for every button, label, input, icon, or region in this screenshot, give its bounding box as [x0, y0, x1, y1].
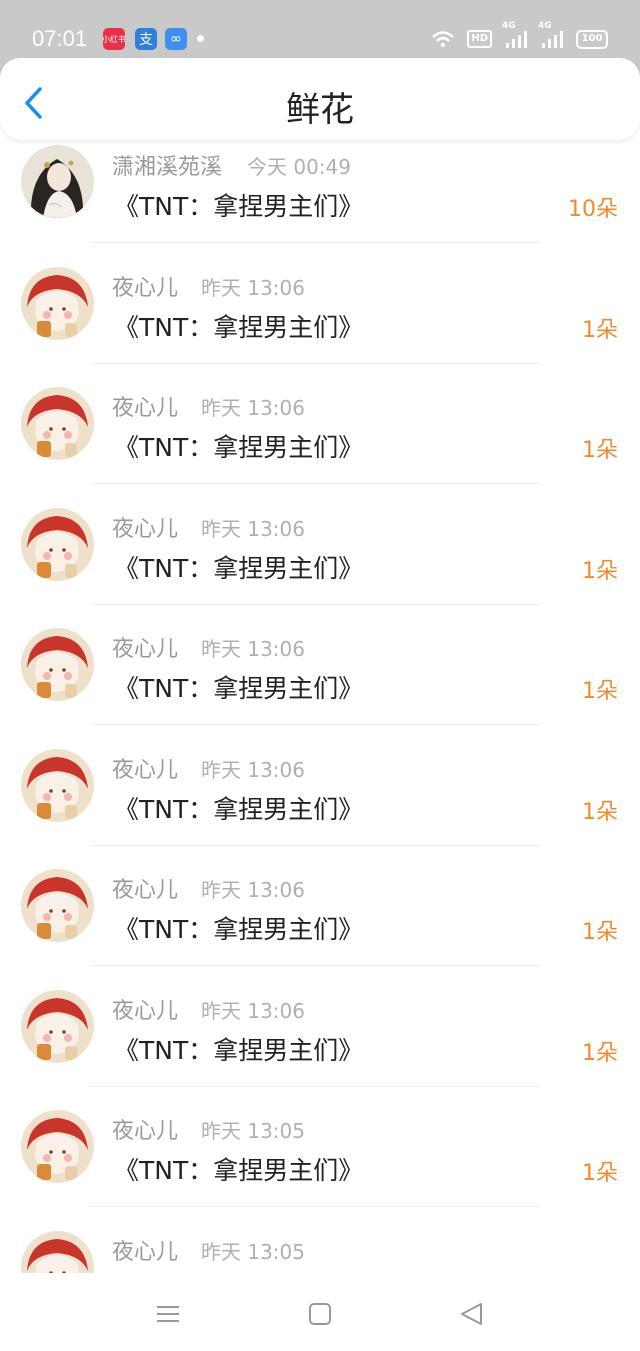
book-title: 《TNT：拿捏男主们》: [114, 312, 364, 342]
row-divider: [90, 724, 540, 725]
book-title: 《TNT：拿捏男主们》: [114, 553, 364, 583]
gift-time: 昨天 13:06: [201, 757, 305, 782]
flower-record-row[interactable]: 潇湘溪苑溪 今天 00:49 《TNT：拿捏男主们》 10朵: [0, 140, 640, 260]
book-title: 《TNT：拿捏男主们》: [114, 192, 364, 221]
avatar[interactable]: [21, 1110, 94, 1183]
menu-icon: [157, 1306, 179, 1322]
row-divider: [90, 362, 540, 364]
flower-count: 10朵: [568, 197, 618, 222]
loop-app-icon: ∞: [165, 28, 187, 50]
row-divider: [90, 603, 540, 605]
sender-name[interactable]: 夜心儿: [112, 390, 178, 422]
signal-icon-2: 4G: [538, 21, 564, 49]
avatar[interactable]: [21, 387, 94, 460]
gift-time: 昨天 13:06: [201, 396, 305, 420]
flower-record-row[interactable]: 夜心儿 昨天 13:06 《TNT：拿捏男主们》 1朵: [0, 743, 640, 863]
network-type-label-2: 4G: [538, 21, 552, 31]
avatar[interactable]: [21, 989, 94, 1063]
book-title: 《TNT：拿捏男主们》: [114, 915, 364, 944]
avatar[interactable]: [21, 145, 94, 218]
gift-time: 昨天 13:05: [201, 1119, 305, 1143]
book-title: 《TNT：拿捏男主们》: [114, 433, 364, 462]
row-divider: [90, 242, 540, 243]
book-title: 《TNT：拿捏男主们》: [114, 674, 364, 703]
book-title: 《TNT：拿捏男主们》: [114, 794, 364, 824]
flower-count: 1朵: [582, 799, 618, 825]
xiaohongshu-app-icon: 小红书: [103, 28, 125, 50]
avatar[interactable]: [21, 266, 94, 340]
flower-record-row[interactable]: 夜心儿 昨天 13:06 《TNT：拿捏男主们》 1朵: [0, 381, 640, 501]
row-divider: [90, 1206, 540, 1207]
back-triangle-icon: [461, 1303, 482, 1325]
flower-record-row[interactable]: 夜心儿 昨天 13:06 《TNT：拿捏男主们》 1朵: [0, 622, 640, 742]
flower-record-row[interactable]: 夜心儿 昨天 13:06 《TNT：拿捏男主们》 1朵: [0, 863, 640, 983]
menu-button[interactable]: [153, 1299, 183, 1329]
row-divider: [90, 1085, 540, 1087]
avatar[interactable]: [21, 1230, 94, 1273]
flower-count: 1朵: [582, 1161, 618, 1186]
page-title: 鲜花: [286, 90, 354, 130]
row-divider: [90, 965, 540, 966]
back-nav-button[interactable]: [457, 1299, 487, 1329]
flower-record-row[interactable]: 夜心儿 昨天 13:06 《TNT：拿捏男主们》 1朵: [0, 502, 640, 622]
system-navigation-bar: [0, 1273, 640, 1351]
flower-record-row[interactable]: 夜心儿 昨天 13:05: [0, 1225, 640, 1273]
home-button[interactable]: [305, 1299, 335, 1329]
gift-time: 今天 00:49: [247, 155, 351, 179]
sender-name[interactable]: 夜心儿: [112, 872, 178, 904]
home-square-icon: [309, 1303, 331, 1325]
flower-record-row[interactable]: 夜心儿 昨天 13:06 《TNT：拿捏男主们》 1朵: [0, 261, 640, 381]
sender-name[interactable]: 夜心儿: [112, 631, 178, 663]
sender-name[interactable]: 夜心儿: [112, 270, 178, 302]
avatar[interactable]: [21, 628, 94, 701]
gift-time: 昨天 13:06: [201, 516, 305, 541]
avatar[interactable]: [21, 869, 94, 942]
network-type-label-1: 4G: [502, 21, 516, 31]
sender-name[interactable]: 夜心儿: [112, 1234, 178, 1266]
battery-icon: 100: [576, 29, 608, 49]
flower-record-list[interactable]: 潇湘溪苑溪 今天 00:49 《TNT：拿捏男主们》 10朵 夜心儿 昨天 13:06 《…: [0, 140, 640, 1273]
alipay-app-icon: 支: [135, 28, 157, 50]
avatar[interactable]: [21, 507, 94, 581]
sender-name[interactable]: 夜心儿: [112, 993, 178, 1025]
avatar[interactable]: [21, 748, 94, 822]
flower-count: 1朵: [582, 438, 618, 463]
sender-name[interactable]: 潇湘溪苑溪: [112, 149, 222, 181]
gift-time: 昨天 13:06: [201, 998, 305, 1023]
book-title: 《TNT：拿捏男主们》: [114, 1035, 364, 1065]
flower-record-row[interactable]: 夜心儿 昨天 13:05 《TNT：拿捏男主们》 1朵: [0, 1104, 640, 1224]
gift-time: 昨天 13:06: [201, 275, 305, 300]
status-indicators: HD 4G 4G 100: [431, 21, 608, 52]
signal-icon-1: 4G: [502, 21, 528, 49]
sender-name[interactable]: 夜心儿: [112, 1113, 178, 1145]
flower-count: 1朵: [582, 558, 618, 584]
flower-count: 1朵: [582, 679, 618, 704]
row-divider: [90, 844, 540, 846]
hd-badge: HD: [467, 30, 492, 48]
flower-count: 1朵: [582, 920, 618, 945]
gift-time: 昨天 13:05: [201, 1239, 305, 1264]
top-app-bar: 鲜花: [0, 58, 640, 140]
sender-name[interactable]: 夜心儿: [112, 752, 178, 784]
flower-count: 1朵: [582, 1040, 618, 1066]
gift-time: 昨天 13:06: [201, 637, 305, 661]
flower-record-row[interactable]: 夜心儿 昨天 13:06 《TNT：拿捏男主们》 1朵: [0, 984, 640, 1104]
more-notifications-dot: [197, 35, 204, 42]
row-divider: [90, 483, 540, 484]
wifi-icon: [431, 30, 455, 48]
sender-name[interactable]: 夜心儿: [112, 511, 178, 543]
book-title: 《TNT：拿捏男主们》: [114, 1156, 364, 1185]
status-time: 07:01: [32, 26, 88, 51]
gift-time: 昨天 13:06: [201, 878, 305, 902]
flower-count: 1朵: [582, 317, 618, 343]
